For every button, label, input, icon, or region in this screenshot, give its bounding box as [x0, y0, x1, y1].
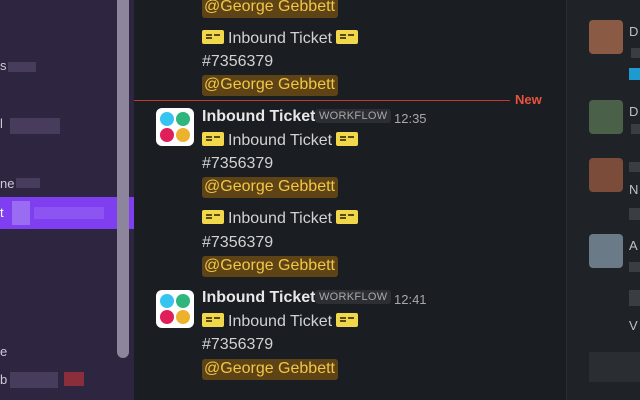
message-line: Inbound Ticket	[202, 132, 359, 150]
status-blur	[629, 68, 640, 80]
sidebar-item-fragment-b[interactable]: b	[0, 372, 7, 387]
member-blurred-text	[631, 48, 640, 58]
message-line: Inbound Ticket	[202, 30, 359, 48]
members-pane: D D N A V	[566, 0, 640, 400]
avatar-quadrant	[176, 294, 190, 308]
workflow-badge: WORKFLOW	[315, 290, 392, 304]
ticket-emoji-icon	[336, 210, 359, 224]
workflow-avatar[interactable]	[156, 108, 194, 146]
ticket-label: Inbound Ticket	[228, 210, 333, 227]
sidebar-scrollbar[interactable]	[117, 0, 129, 358]
sidebar-item-fragment-l[interactable]: l	[0, 116, 3, 131]
sidebar-blurred-label	[10, 118, 60, 134]
member-blurred-text	[629, 290, 640, 306]
new-messages-divider	[134, 100, 510, 101]
sidebar-active-blur	[34, 207, 104, 219]
avatar-quadrant	[160, 128, 174, 142]
sidebar-active-blur	[12, 201, 30, 225]
member-blurred-row	[589, 352, 640, 382]
member-name-fragment[interactable]: V	[629, 318, 638, 333]
ticket-emoji-icon	[336, 132, 359, 146]
member-name-fragment[interactable]: D	[629, 24, 638, 39]
avatar-quadrant	[176, 112, 190, 126]
member-avatar[interactable]	[589, 20, 623, 54]
user-mention[interactable]: @George Gebbett	[202, 256, 338, 277]
avatar-quadrant	[176, 128, 190, 142]
ticket-label: Inbound Ticket	[228, 132, 333, 149]
member-blurred-text	[629, 162, 640, 172]
member-blurred-text	[629, 262, 640, 272]
user-mention[interactable]: @George Gebbett	[202, 359, 338, 380]
new-messages-label: New	[515, 92, 542, 107]
sidebar-item-active-label: t	[0, 205, 4, 220]
member-avatar[interactable]	[589, 234, 623, 268]
member-name-fragment[interactable]: D	[629, 104, 638, 119]
sidebar-blurred-badge	[64, 372, 84, 386]
avatar-quadrant	[160, 310, 174, 324]
ticket-emoji-icon	[202, 210, 224, 224]
message-timestamp[interactable]: 12:35	[394, 111, 427, 126]
ticket-label: Inbound Ticket	[228, 313, 333, 330]
ticket-emoji-icon	[202, 313, 224, 327]
sidebar-item-fragment-ne[interactable]: ne	[0, 176, 14, 191]
member-avatar[interactable]	[589, 100, 623, 134]
member-avatar[interactable]	[589, 158, 623, 192]
sidebar-item-active[interactable]: t	[0, 197, 134, 229]
ticket-number: #7356379	[202, 336, 274, 353]
workflow-avatar[interactable]	[156, 290, 194, 328]
channel-sidebar: s l ne t e b	[0, 0, 134, 400]
user-mention[interactable]: @George Gebbett	[202, 75, 338, 96]
sidebar-item-fragment-s[interactable]: s	[0, 58, 7, 73]
message-pane: @George Gebbett Inbound Ticket #7356379 …	[134, 0, 566, 400]
member-name-fragment[interactable]: A	[629, 238, 638, 253]
workflow-badge: WORKFLOW	[315, 109, 392, 123]
member-blurred-text	[629, 208, 640, 220]
ticket-number: #7356379	[202, 155, 274, 172]
ticket-emoji-icon	[336, 30, 359, 44]
sidebar-blurred-label	[10, 372, 58, 388]
sidebar-blurred-label	[8, 62, 36, 72]
ticket-label: Inbound Ticket	[228, 30, 333, 47]
avatar-quadrant	[160, 112, 174, 126]
ticket-emoji-icon	[336, 313, 359, 327]
user-mention[interactable]: @George Gebbett	[202, 0, 338, 18]
member-blurred-text	[631, 124, 640, 134]
member-name-fragment[interactable]: N	[629, 182, 638, 197]
message-timestamp[interactable]: 12:41	[394, 292, 427, 307]
ticket-emoji-icon	[202, 132, 224, 146]
message-line: Inbound Ticket	[202, 313, 359, 331]
sidebar-blurred-label	[16, 178, 40, 188]
ticket-emoji-icon	[202, 30, 224, 44]
avatar-quadrant	[176, 310, 190, 324]
sender-name[interactable]: Inbound Ticket	[202, 289, 315, 307]
sender-name[interactable]: Inbound Ticket	[202, 108, 315, 126]
sidebar-item-fragment-e[interactable]: e	[0, 344, 7, 359]
ticket-number: #7356379	[202, 234, 274, 251]
message-line: Inbound Ticket	[202, 210, 359, 228]
ticket-number: #7356379	[202, 53, 274, 70]
user-mention[interactable]: @George Gebbett	[202, 177, 338, 198]
avatar-quadrant	[160, 294, 174, 308]
